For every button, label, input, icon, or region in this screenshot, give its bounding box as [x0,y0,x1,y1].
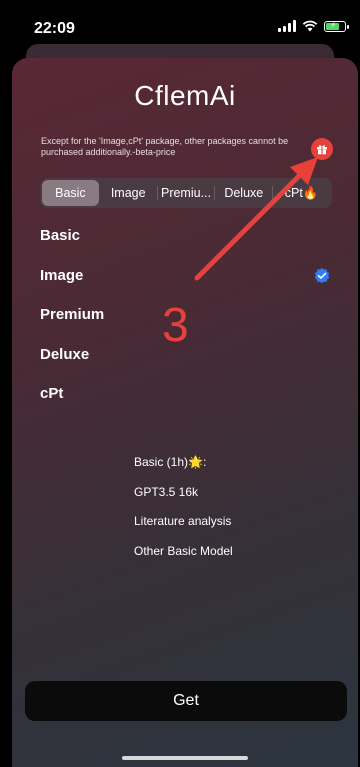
package-item-deluxe[interactable]: Deluxe [40,345,104,385]
tab-image[interactable]: Image [100,180,157,206]
feature-item: GPT3.5 16k [134,484,199,499]
signal-icon [278,20,296,32]
feature-item: Other Basic Model [134,543,233,558]
purchase-sheet: CflemAi Except for the 'Image,cPt' packa… [12,58,358,767]
feature-item: Literature analysis [134,514,232,528]
app-title: CflemAi [134,80,236,111]
purchase-notice: Except for the 'Image,cPt' package, othe… [41,136,289,157]
get-button[interactable]: Get [25,681,347,721]
tab-basic[interactable]: Basic [42,180,99,206]
package-item-basic[interactable]: Basic [40,226,104,266]
tab-deluxe[interactable]: Deluxe [215,180,272,206]
feature-header: Basic (1h)🌟: [134,455,207,469]
home-indicator [122,756,248,760]
phone-screen: 22:09 ⚡ CflemAi Except for the 'Image,cP… [0,0,360,767]
verified-badge-icon [314,267,330,284]
status-bar: 22:09 ⚡ [0,0,360,46]
package-item-premium[interactable]: Premium [40,305,104,345]
feature-list: Basic (1h)🌟: GPT3.5 16k Literature analy… [134,454,233,572]
package-list: Basic Image Premium Deluxe cPt [40,226,104,424]
gift-icon [317,145,327,155]
package-item-cpt[interactable]: cPt [40,384,104,424]
status-icons: ⚡ [278,20,349,32]
package-tabs: Basic Image Premiu... Deluxe cPt🔥 [40,178,332,208]
tab-premium[interactable]: Premiu... [158,180,215,206]
gift-button[interactable] [311,138,333,160]
wifi-icon [302,20,318,32]
status-time: 22:09 [34,20,75,37]
battery-charging-icon: ⚡ [324,20,349,32]
tab-cpt[interactable]: cPt🔥 [273,180,330,206]
package-item-image[interactable]: Image [40,266,104,306]
annotation-step-number: 3 [162,299,189,352]
